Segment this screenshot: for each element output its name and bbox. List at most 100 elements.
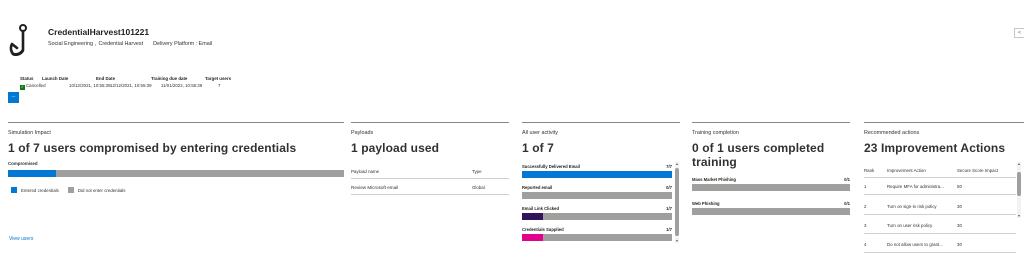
training-metric-bar	[692, 208, 850, 215]
launch-date-header: Launch Date	[42, 76, 69, 81]
activity-metric-fill	[522, 213, 544, 220]
legend-label: Did not enter credentials	[77, 187, 126, 193]
card-divider	[8, 122, 344, 123]
legend-not-entered: Did not enter credentials	[67, 187, 126, 193]
simulation-impact-card: Simulation Impact 1 of 7 users compromis…	[8, 122, 344, 274]
card-headline-cont: training	[692, 155, 737, 169]
table-divider	[864, 214, 1016, 215]
not-entered-segment	[56, 170, 344, 177]
card-headline: 1 of 7	[522, 141, 554, 155]
activity-metric-value: 1/7	[666, 206, 672, 211]
card-headline: 0 of 1 users completed	[692, 141, 825, 155]
card-divider	[351, 122, 509, 123]
impact-legend: Entered credentials Did not enter creden…	[11, 187, 134, 193]
score-impact-header: Secure Score Impact	[957, 168, 998, 173]
action-impact: 30	[957, 242, 962, 247]
status-header: Status	[20, 76, 34, 81]
compromised-stacked-bar	[8, 170, 344, 177]
actions-scrollbar[interactable]: ▲ ▼	[1017, 162, 1021, 218]
activity-scrollbar[interactable]: ▲ ▼	[675, 162, 679, 243]
action-name[interactable]: Turn on sign-in risk policy	[887, 204, 937, 209]
training-due-text: 11/01/2022, 10:55:39	[161, 83, 203, 88]
table-divider	[864, 194, 1016, 195]
table-divider	[864, 177, 1016, 178]
card-headline: 23 Improvement Actions	[864, 141, 1006, 155]
activity-metric-label: Credentials Supplied	[522, 227, 564, 232]
activity-metric-label: Reported email	[522, 185, 553, 190]
payload-name-link[interactable]: Review Microsoft email	[351, 185, 398, 190]
view-users-link[interactable]: View users	[9, 236, 33, 242]
recommended-actions-card: Recommended actions 23 Improvement Actio…	[864, 122, 1024, 274]
card-divider	[522, 122, 680, 123]
card-title: Recommended actions	[864, 130, 920, 136]
action-impact: 30	[957, 204, 962, 209]
launch-date-text: 10/12/2021, 10:55:39	[69, 83, 111, 88]
activity-metric-value: 1/7	[666, 227, 672, 232]
rank-header: Rank	[864, 168, 875, 173]
training-due-header: Training due date	[151, 76, 188, 81]
training-metric-value: 0/1	[844, 201, 850, 206]
table-divider	[864, 252, 1016, 253]
entered-credentials-segment	[8, 170, 56, 177]
check-icon: ✓	[20, 85, 25, 90]
activity-metric-bar	[522, 213, 672, 220]
scroll-down-icon[interactable]: ▼	[675, 239, 679, 243]
training-metric-value: 0/1	[844, 177, 850, 182]
compromised-label: Compromised	[8, 161, 38, 166]
phishing-hook-icon	[9, 24, 27, 56]
activity-metric-label: Successfully Delivered Email	[522, 164, 580, 169]
action-rank: 3	[864, 223, 867, 228]
legend-swatch	[11, 187, 17, 193]
action-rank: 1	[864, 184, 867, 189]
scroll-thumb[interactable]	[675, 168, 679, 236]
scroll-down-icon[interactable]: ▼	[1017, 214, 1021, 218]
card-headline: 1 of 7 users compromised by entering cre…	[8, 141, 297, 155]
action-impact: 30	[957, 223, 962, 228]
training-completion-card: Training completion 0 of 1 users complet…	[692, 122, 850, 274]
activity-metric-bar	[522, 171, 672, 178]
card-divider	[864, 122, 1024, 123]
scroll-up-icon[interactable]: ▲	[675, 162, 679, 166]
card-title: All user activity	[522, 130, 558, 136]
card-headline: 1 payload used	[351, 141, 440, 155]
legend-label: Entered credentials	[21, 187, 59, 193]
action-impact: 50	[957, 184, 962, 189]
card-title: Training completion	[692, 130, 739, 136]
legend-swatch	[67, 187, 74, 193]
card-divider	[692, 122, 850, 123]
card-title: Payloads	[351, 130, 374, 136]
payload-name-header: Payload name	[351, 169, 380, 174]
status-text: Cancelled	[26, 83, 46, 88]
action-name[interactable]: Require MFA for administra...	[887, 184, 944, 189]
user-activity-card: All user activity 1 of 7 Successfully De…	[522, 122, 680, 274]
payload-type-value: Global	[472, 185, 485, 190]
more-actions-button[interactable]: ...	[8, 92, 19, 103]
card-title: Simulation Impact	[8, 130, 51, 136]
activity-metric-bar	[522, 234, 672, 241]
target-users-header: Target users	[205, 76, 232, 81]
training-metric-bar	[692, 184, 850, 191]
technique-detail-label: Credential Harvest	[98, 41, 144, 47]
table-divider	[864, 233, 1016, 234]
activity-metric-value: 7/7	[666, 164, 672, 169]
payloads-card: Payloads 1 payload used Payload name Typ…	[351, 122, 509, 274]
status-value: ✓ Cancelled	[20, 83, 46, 90]
activity-metric-value: 0/7	[666, 185, 672, 190]
collapse-panel-button[interactable]: <	[1014, 28, 1024, 38]
improvement-action-header: Improvement Action	[887, 168, 926, 173]
table-divider	[351, 178, 509, 179]
simulation-subtitle: Social Engineering, Credential Harvest Del…	[48, 41, 213, 47]
action-name[interactable]: Turn on user risk policy	[887, 223, 932, 228]
training-metric-label: Web Phishing	[692, 201, 720, 206]
activity-metric-fill	[522, 234, 544, 241]
simulation-title: CredentialHarvest101221	[48, 27, 150, 37]
training-metric-label: Mass Market Phishing	[692, 177, 736, 182]
scroll-up-icon[interactable]: ▲	[1017, 162, 1021, 166]
action-name[interactable]: Do not allow users to grant...	[887, 242, 943, 247]
activity-metric-fill	[522, 171, 672, 178]
activity-metric-bar	[522, 192, 672, 199]
delivery-platform-label: Delivery Platform : Email	[153, 41, 213, 47]
target-users-text: 7	[218, 83, 221, 88]
activity-metric-label: Email Link Clicked	[522, 206, 560, 211]
scroll-thumb[interactable]	[1017, 172, 1021, 196]
